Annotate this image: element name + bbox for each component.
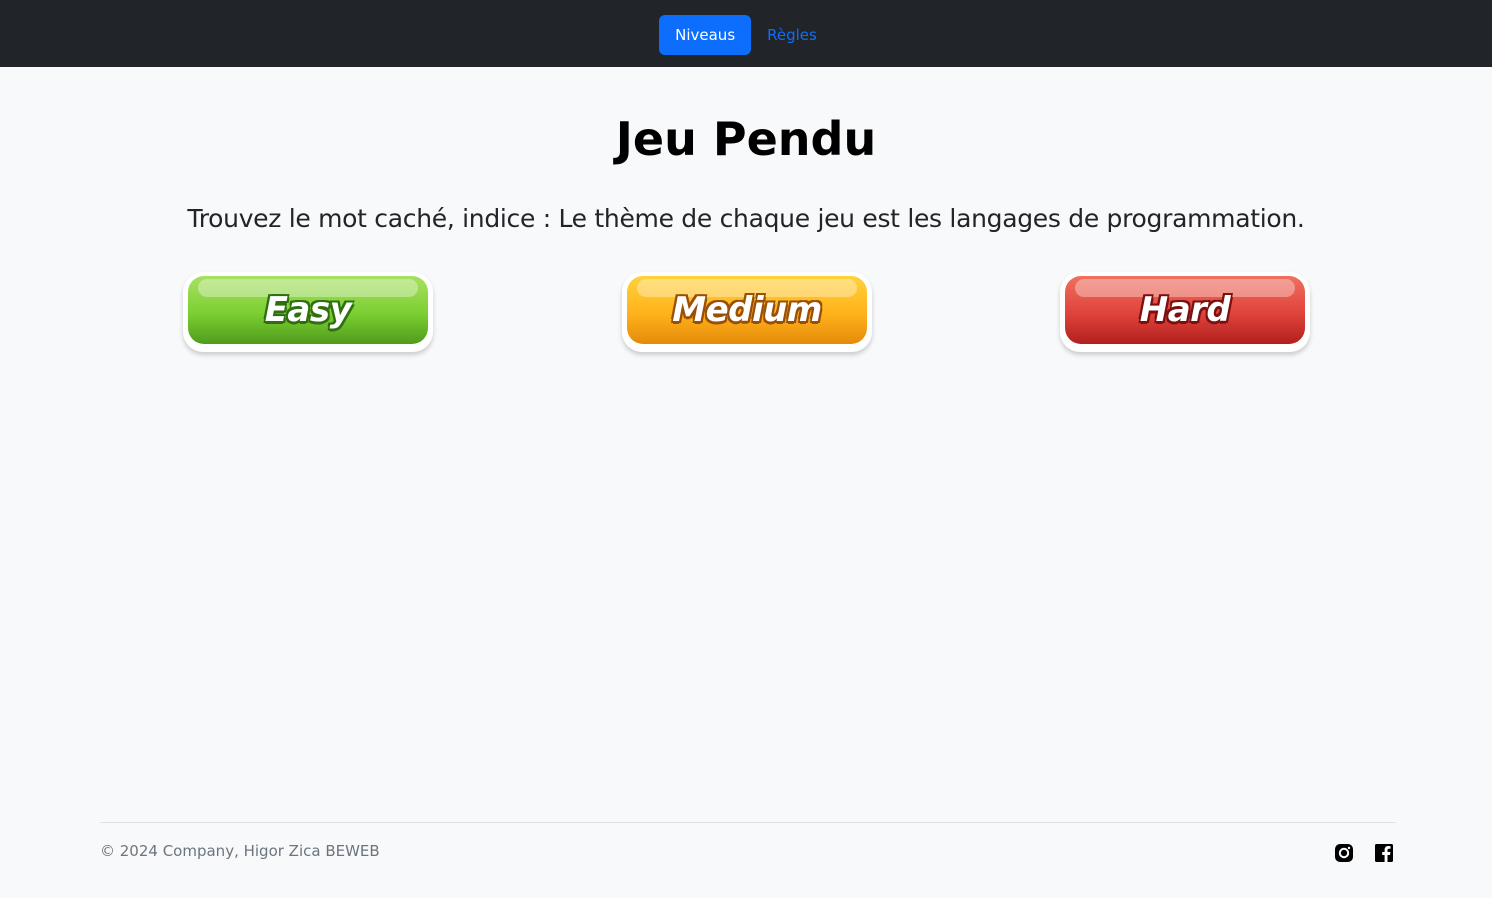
footer-divider [100,822,1396,823]
footer-copyright: © 2024 Company, Higor Zica BEWEB [100,842,380,860]
level-button-face: Easy [188,276,428,344]
level-button-face: Hard [1065,276,1305,344]
level-label-hard: Hard [1139,290,1231,330]
facebook-icon[interactable] [1374,843,1394,863]
level-label-medium: Medium [672,290,822,330]
page-subtitle: Trouvez le mot caché, indice : Le thème … [187,204,1305,233]
nav-link-regles[interactable]: Règles [751,15,833,55]
level-label-easy: Easy [264,290,352,330]
navbar: Niveaus Règles [0,0,1492,67]
instagram-icon[interactable] [1334,843,1354,863]
page-title: Jeu Pendu [615,112,877,166]
level-button-face: Medium [627,276,867,344]
nav-link-niveaus[interactable]: Niveaus [659,15,752,55]
level-button-easy[interactable]: Easy [183,272,433,352]
level-button-hard[interactable]: Hard [1060,272,1310,352]
level-button-medium[interactable]: Medium [622,272,872,352]
